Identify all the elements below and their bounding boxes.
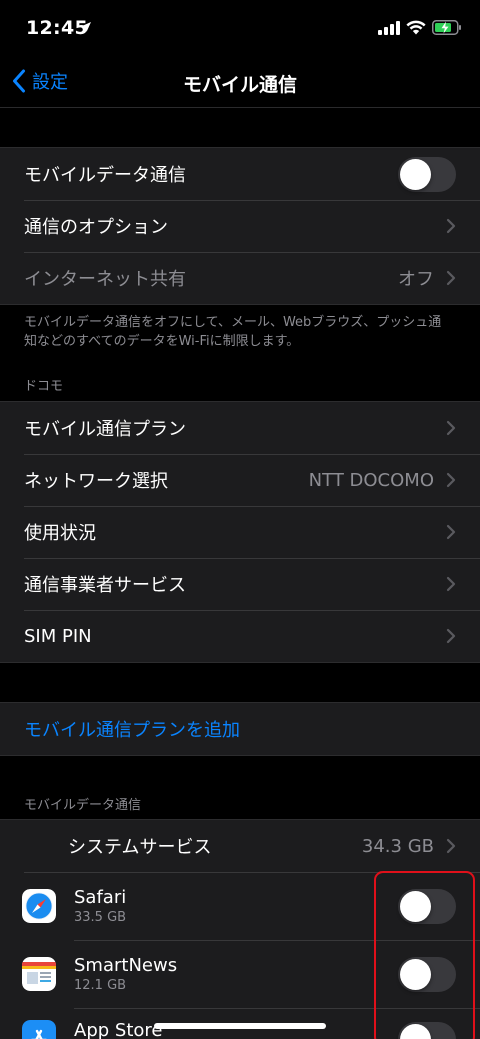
toggle-highlight-frame	[374, 871, 475, 1039]
add-cellular-plan-button[interactable]: モバイル通信プランを追加	[0, 703, 480, 755]
carrier-services-label: 通信事業者サービス	[24, 575, 186, 596]
home-indicator[interactable]	[154, 1023, 326, 1029]
network-selection-value: NTT DOCOMO	[308, 469, 434, 491]
chevron-right-icon	[446, 218, 456, 234]
toggle-knob	[400, 158, 431, 190]
network-selection-label: ネットワーク選択	[24, 471, 168, 492]
app-data-section-header: モバイルデータ通信	[24, 798, 142, 813]
usage-row[interactable]: 使用状況	[0, 506, 480, 558]
usage-label: 使用状況	[24, 523, 96, 544]
sim-pin-label: SIM PIN	[24, 625, 92, 647]
app-name: App Store	[74, 1020, 163, 1039]
data-options-label: 通信のオプション	[24, 217, 168, 238]
app-data-size: 12.1 GB	[74, 978, 127, 993]
app-name: SmartNews	[74, 955, 178, 976]
chevron-right-icon	[446, 270, 456, 286]
chevron-right-icon	[446, 472, 456, 488]
carrier-services-row[interactable]: 通信事業者サービス	[0, 558, 480, 610]
chevron-right-icon	[446, 838, 456, 854]
battery-charging-icon	[432, 20, 461, 35]
mobile-data-toggle[interactable]	[398, 156, 456, 192]
status-icons	[378, 20, 462, 35]
mobile-data-footnote: モバイルデータ通信をオフにして、メール、Webブラウズ、プッシュ通知などのすべて…	[24, 315, 442, 349]
system-services-row[interactable]: システムサービス 34.3 GB	[0, 820, 480, 872]
system-services-label: システムサービス	[68, 837, 212, 858]
add-plan-group: モバイル通信プランを追加	[0, 702, 480, 756]
chevron-right-icon	[446, 524, 456, 540]
hotspot-row[interactable]: インターネット共有 オフ	[0, 252, 480, 304]
app-name: Safari	[74, 887, 127, 908]
sim-pin-row[interactable]: SIM PIN	[0, 610, 480, 662]
cellular-signal-icon	[378, 20, 400, 35]
hotspot-label: インターネット共有	[24, 269, 186, 290]
mobile-data-row: モバイルデータ通信	[0, 148, 480, 200]
chevron-right-icon	[446, 576, 456, 592]
system-services-value: 34.3 GB	[361, 835, 434, 857]
location-arrow-icon	[81, 22, 91, 32]
network-selection-row[interactable]: ネットワーク選択 NTT DOCOMO	[0, 454, 480, 506]
page-title: モバイル通信	[182, 74, 297, 96]
data-options-row[interactable]: 通信のオプション	[0, 200, 480, 252]
app-store-app-icon	[22, 1020, 56, 1039]
status-time: 12:45	[26, 17, 88, 39]
cellular-plan-label: モバイル通信プラン	[24, 419, 186, 440]
mobile-data-label: モバイルデータ通信	[24, 165, 186, 186]
wifi-icon	[406, 20, 426, 35]
navigation-bar: 設定 モバイル通信	[0, 58, 480, 108]
safari-app-icon	[22, 889, 56, 923]
status-bar: 12:45	[0, 0, 480, 58]
chevron-right-icon	[446, 628, 456, 644]
chevron-right-icon	[446, 420, 456, 436]
carrier-group: モバイル通信プラン ネットワーク選択 NTT DOCOMO 使用状況 通信事業者…	[0, 401, 480, 663]
smartnews-app-icon	[22, 957, 56, 991]
carrier-section-header: ドコモ	[24, 379, 64, 394]
mobile-data-group: モバイルデータ通信 通信のオプション インターネット共有 オフ	[0, 147, 480, 305]
hotspot-value: オフ	[398, 269, 434, 290]
app-data-size: 33.5 GB	[74, 910, 127, 925]
cellular-plan-row[interactable]: モバイル通信プラン	[0, 402, 480, 454]
add-cellular-plan-label: モバイル通信プランを追加	[24, 720, 240, 741]
